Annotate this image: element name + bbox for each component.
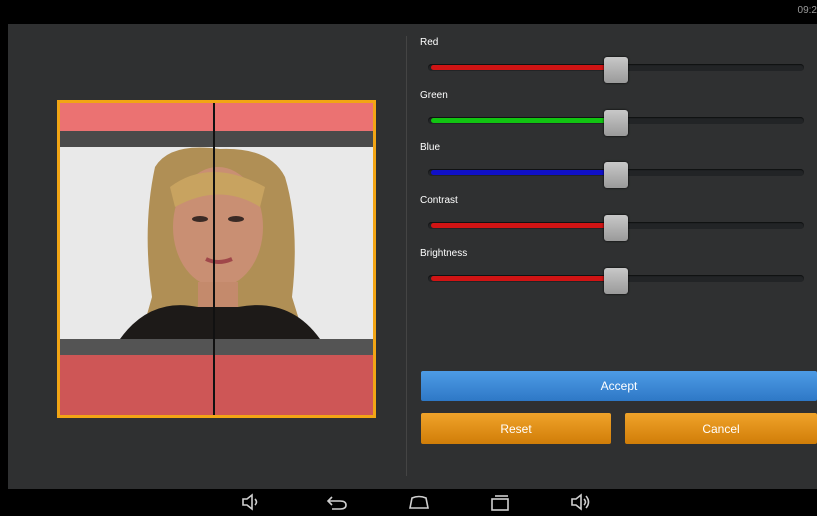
clock: 09:2 [797,5,817,16]
recent-apps-icon[interactable] [489,492,511,512]
back-icon[interactable] [326,492,348,512]
slider-thumb[interactable] [604,215,628,241]
top-gray-band [60,131,373,147]
cancel-button[interactable]: Cancel [625,413,817,444]
accept-button[interactable]: Accept [421,371,817,401]
green-label: Green [420,90,448,101]
green-slider[interactable] [428,110,808,136]
slider-fill [431,276,616,281]
bottom-gray-band [60,339,373,355]
navigation-bar [0,489,817,516]
center-guide-line[interactable] [213,103,215,415]
volume-down-icon[interactable] [240,492,262,512]
red-slider[interactable] [428,57,808,83]
slider-fill [431,223,616,228]
blue-label: Blue [420,142,441,153]
reset-button[interactable]: Reset [421,413,611,444]
status-bar: 09:2 [0,0,817,24]
volume-up-icon[interactable] [570,492,592,512]
slider-thumb[interactable] [604,57,628,83]
editor-screen: Red Green Blue Contrast Brightness Accep… [8,24,817,489]
slider-thumb[interactable] [604,110,628,136]
home-icon[interactable] [408,492,430,512]
photo-preview-frame [57,100,376,418]
panel-divider [406,36,407,476]
brightness-slider[interactable] [428,268,808,294]
blue-slider[interactable] [428,162,808,188]
slider-fill [431,170,616,175]
top-crop-band [60,103,373,131]
portrait-photo [60,147,373,339]
slider-fill [431,118,616,123]
slider-thumb[interactable] [604,268,628,294]
contrast-label: Contrast [420,195,458,206]
red-label: Red [420,37,439,48]
bottom-crop-band [60,355,373,415]
contrast-slider[interactable] [428,215,808,241]
slider-fill [431,65,616,70]
brightness-label: Brightness [420,248,468,259]
slider-thumb[interactable] [604,162,628,188]
